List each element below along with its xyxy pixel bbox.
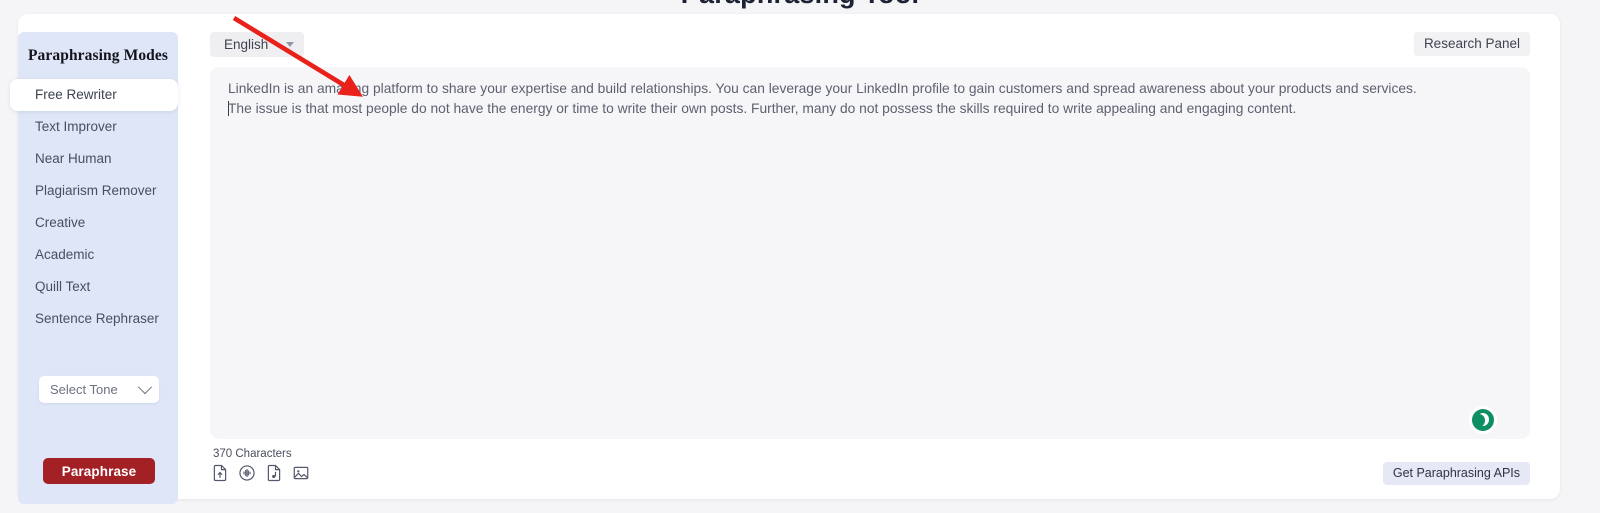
language-dropdown[interactable]: English [210, 32, 305, 57]
sidebar-item-label: Sentence Rephraser [35, 311, 159, 326]
attachment-icons-bar [211, 464, 310, 482]
paraphrasing-modes-sidebar: Paraphrasing Modes Free Rewriter Text Im… [10, 32, 178, 504]
editor-content[interactable]: LinkedIn is an amazing platform to share… [228, 79, 1512, 118]
caret-down-icon [286, 42, 295, 47]
sidebar-item-label: Plagiarism Remover [35, 183, 157, 198]
sidebar-item-label: Quill Text [35, 279, 91, 294]
paraphrasing-tool-card: Paraphrasing Modes Free Rewriter Text Im… [10, 14, 1560, 504]
sidebar-item-label: Free Rewriter [35, 87, 117, 102]
sidebar-item-label: Academic [35, 247, 95, 262]
chevron-down-icon [137, 379, 153, 394]
language-value: English [224, 37, 269, 52]
page-title: Paraphrasing Tool [0, 0, 1600, 10]
moon-icon [1477, 413, 1489, 426]
sidebar-item-label: Near Human [35, 151, 112, 166]
sidebar-item-label: Creative [35, 215, 86, 230]
character-count: 370 Characters [213, 448, 292, 460]
get-paraphrasing-apis-button[interactable]: Get Paraphrasing APIs [1382, 462, 1530, 485]
paraphrase-button[interactable]: Paraphrase [43, 458, 155, 484]
dark-mode-toggle-badge[interactable] [1472, 409, 1494, 431]
editor-work-area: English Research Panel LinkedIn is an am… [193, 28, 1536, 491]
sidebar-item-label: Text Improver [35, 119, 117, 134]
sidebar-item-quill-text[interactable]: Quill Text [18, 271, 178, 303]
sidebar-item-free-rewriter[interactable]: Free Rewriter [10, 79, 178, 111]
audio-file-icon[interactable] [265, 464, 283, 482]
sidebar-item-sentence-rephraser[interactable]: Sentence Rephraser [18, 303, 178, 335]
sidebar-title: Paraphrasing Modes [27, 47, 168, 64]
sidebar-item-creative[interactable]: Creative [18, 207, 178, 239]
sidebar-item-text-improver[interactable]: Text Improver [18, 111, 178, 143]
select-tone-value: Select Tone [50, 382, 118, 397]
sidebar-item-academic[interactable]: Academic [18, 239, 178, 271]
editor-toolbar: English Research Panel [193, 28, 1536, 62]
editor-line-1: LinkedIn is an amazing platform to share… [228, 81, 1417, 96]
audio-waveform-icon[interactable] [238, 464, 256, 482]
sidebar-item-plagiarism-remover[interactable]: Plagiarism Remover [18, 175, 178, 207]
sidebar-item-near-human[interactable]: Near Human [18, 143, 178, 175]
upload-document-icon[interactable] [211, 464, 229, 482]
image-icon[interactable] [292, 464, 310, 482]
text-editor-panel[interactable]: LinkedIn is an amazing platform to share… [210, 67, 1530, 439]
research-panel-button[interactable]: Research Panel [1413, 32, 1530, 56]
editor-line-2: The issue is that most people do not hav… [228, 100, 1297, 116]
select-tone-dropdown[interactable]: Select Tone [39, 376, 159, 403]
cut-off-page-heading: Paraphrasing Tool [0, 0, 1600, 14]
